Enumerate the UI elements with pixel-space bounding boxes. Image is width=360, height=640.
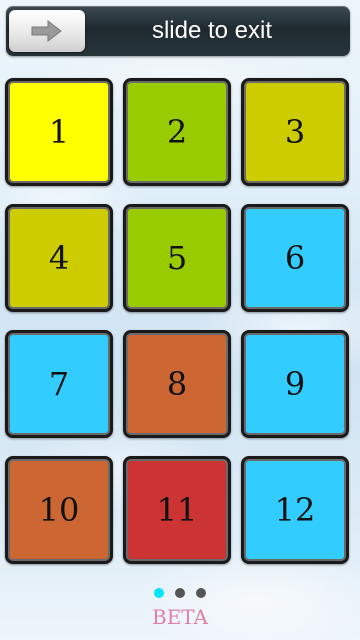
tile-number: 4	[48, 239, 70, 277]
tile-number: 7	[48, 365, 70, 403]
tile-10[interactable]: 10	[5, 456, 113, 564]
page-dot-1[interactable]	[154, 588, 164, 598]
tile-7[interactable]: 7	[5, 330, 113, 438]
tile-number: 12	[274, 491, 316, 529]
page-indicator	[0, 588, 360, 598]
tile-grid: 1 2 3 4 5 6 7 8 9 10 11 12	[5, 78, 351, 564]
tile-number: 3	[284, 113, 306, 151]
tile-number: 1	[48, 113, 70, 151]
tile-6[interactable]: 6	[241, 204, 349, 312]
tile-number: 2	[166, 113, 188, 151]
tile-9[interactable]: 9	[241, 330, 349, 438]
right-arrow-icon	[30, 19, 64, 43]
tile-number: 8	[166, 365, 188, 403]
tile-4[interactable]: 4	[5, 204, 113, 312]
tile-5[interactable]: 5	[123, 204, 231, 312]
tile-number: 9	[284, 365, 306, 403]
tile-number: 11	[156, 491, 198, 529]
tile-1[interactable]: 1	[5, 78, 113, 186]
tile-number: 6	[284, 239, 306, 277]
page-dot-2[interactable]	[175, 588, 185, 598]
tile-8[interactable]: 8	[123, 330, 231, 438]
beta-label: BETA	[152, 605, 208, 629]
tile-3[interactable]: 3	[241, 78, 349, 186]
slide-label: slide to exit	[151, 17, 273, 44]
tile-11[interactable]: 11	[123, 456, 231, 564]
tile-12[interactable]: 12	[241, 456, 349, 564]
tile-number: 5	[166, 239, 188, 277]
tile-2[interactable]: 2	[123, 78, 231, 186]
slide-to-exit-bar[interactable]: slide to exit	[6, 6, 350, 56]
tile-number: 10	[38, 491, 80, 529]
slide-handle[interactable]	[9, 10, 85, 52]
page-dot-3[interactable]	[196, 588, 206, 598]
